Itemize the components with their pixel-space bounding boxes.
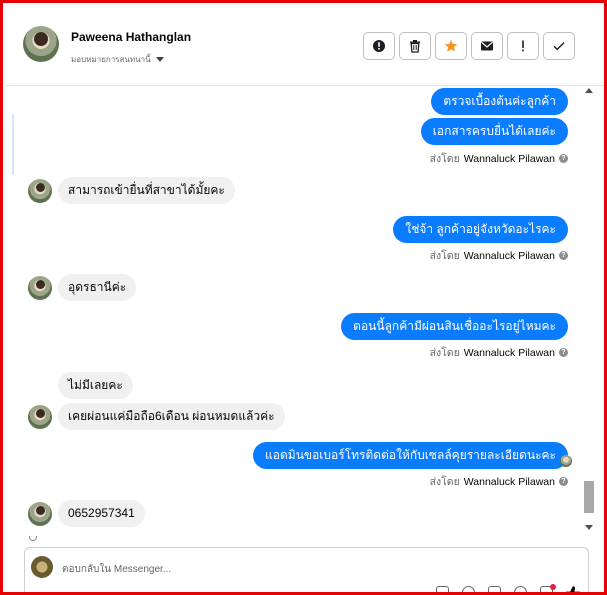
outgoing-message[interactable]: ตอนนี้ลูกค้ามีผ่อนสินเชื่ออะไรอยู่ไหมคะ [341, 313, 568, 340]
seen-avatar [560, 455, 572, 467]
emoji-icon[interactable] [514, 586, 527, 592]
check-icon [553, 42, 565, 51]
outgoing-message[interactable]: แอดมินขอเบอร์โทรติดต่อให้กับเซลล์คุยรายล… [253, 442, 568, 469]
help-icon[interactable]: ? [559, 477, 568, 486]
sent-by-label: ส่งโดย Wannaluck Pilawan ? [430, 473, 568, 490]
thumbs-up-icon[interactable] [566, 586, 580, 592]
star-icon [444, 39, 458, 52]
scroll-down-arrow-icon[interactable] [585, 525, 593, 530]
scroll-up-arrow-icon[interactable] [585, 88, 593, 93]
follow-up-button[interactable] [507, 32, 539, 60]
incoming-message[interactable]: สามารถเข้ายื่นที่สาขาได้มั้ยคะ [58, 177, 235, 204]
incoming-message[interactable]: ไม่มีเลยคะ [58, 372, 133, 399]
contact-avatar-small[interactable] [28, 179, 52, 203]
mark-spam-button[interactable] [363, 32, 395, 60]
incoming-message[interactable]: อุดรธานีค่ะ [58, 274, 137, 301]
incoming-message[interactable]: 0652957341 [58, 500, 145, 527]
help-icon[interactable]: ? [559, 251, 568, 260]
mark-done-button[interactable] [543, 32, 575, 60]
message-thread[interactable]: ตรวจเบื้องต้นค่ะลูกค้า เอกสารครบยื่นได้เ… [14, 86, 582, 538]
alert-circle-icon [373, 40, 385, 52]
composer-toolbar [436, 586, 580, 592]
notification-dot [550, 584, 556, 590]
sent-by-label: ส่งโดย Wannaluck Pilawan ? [430, 344, 568, 361]
contact-avatar[interactable] [23, 26, 59, 62]
assign-conversation-dropdown[interactable]: มอบหมายการสนทนานี้ [71, 53, 164, 66]
conversation-header: Paweena Hathanglan มอบหมายการสนทนานี้ [6, 6, 604, 86]
sent-by-prefix: ส่งโดย [429, 347, 460, 359]
conversation-toolbar [363, 32, 575, 60]
contact-avatar-small[interactable] [28, 405, 52, 429]
sent-by-name: Wannaluck Pilawan [463, 475, 555, 488]
sent-by-prefix: ส่งโดย [429, 153, 460, 165]
sent-by-prefix: ส่งโดย [429, 250, 460, 262]
delete-button[interactable] [399, 32, 431, 60]
contact-avatar-small[interactable] [28, 502, 52, 526]
saved-reply-icon[interactable] [488, 586, 501, 592]
scroll-thumb[interactable] [584, 481, 594, 513]
sent-by-prefix: ส่งโดย [429, 476, 460, 488]
reply-input[interactable]: ตอบกลับใน Messenger... [62, 562, 171, 577]
sent-by-name: Wannaluck Pilawan [463, 249, 555, 262]
chevron-down-icon [155, 57, 164, 62]
outgoing-message[interactable]: เอกสารครบยื่นได้เลยค่ะ [420, 118, 568, 145]
page-avatar [31, 556, 53, 578]
attachment-hint-icon [29, 536, 37, 541]
sent-by-name: Wannaluck Pilawan [463, 346, 555, 359]
help-icon[interactable]: ? [559, 154, 568, 163]
outgoing-message[interactable]: ใช่จ้า ลูกค้าอยู่จังหวัดอะไรคะ [393, 216, 568, 243]
trash-icon [410, 40, 420, 53]
mail-icon [481, 41, 493, 51]
reply-composer[interactable]: ตอบกลับใน Messenger... [24, 547, 589, 592]
assign-label: มอบหมายการสนทนานี้ [71, 55, 151, 64]
exclamation-icon [522, 40, 524, 52]
sent-by-label: ส่งโดย Wannaluck Pilawan ? [430, 150, 568, 167]
contact-avatar-small[interactable] [28, 276, 52, 300]
sent-by-label: ส่งโดย Wannaluck Pilawan ? [430, 247, 568, 264]
contact-name[interactable]: Paweena Hathanglan [71, 30, 191, 44]
thread-scrollbar[interactable] [582, 86, 596, 538]
outgoing-message[interactable]: ตรวจเบื้องต้นค่ะลูกค้า [431, 88, 568, 115]
star-button[interactable] [435, 32, 467, 60]
app-frame: Paweena Hathanglan มอบหมายการสนทนานี้ ตร… [0, 0, 607, 595]
mark-unread-button[interactable] [471, 32, 503, 60]
attach-icon[interactable] [462, 586, 475, 592]
sent-by-name: Wannaluck Pilawan [463, 152, 555, 165]
incoming-message[interactable]: เคยผ่อนแค่มือถือ6เดือน ผ่อนหมดแล้วค่ะ [58, 403, 285, 430]
help-icon[interactable]: ? [559, 348, 568, 357]
shopping-bag-icon[interactable] [436, 586, 449, 592]
